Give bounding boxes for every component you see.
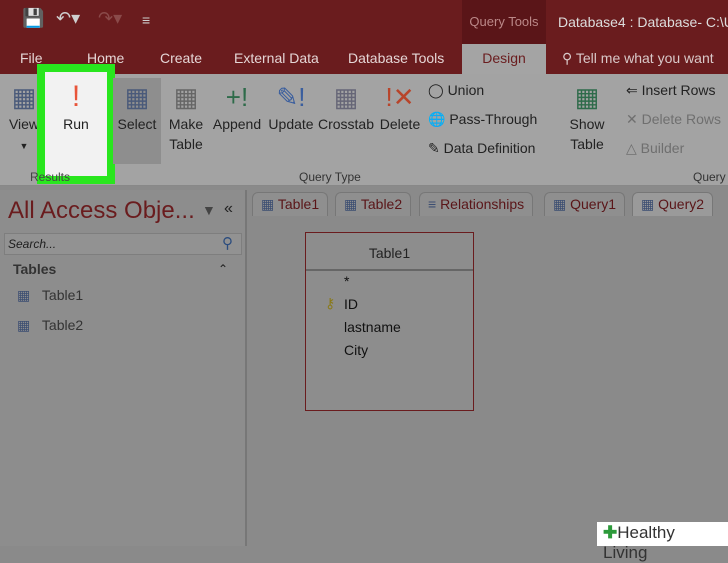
append-icon: +! [225,82,249,112]
table-label: Table [169,136,203,152]
query-icon: ▦ [553,196,571,212]
doc-tab-relationships[interactable]: ≡ Relationships [419,192,534,216]
pass-through-label: Pass-Through [449,111,538,127]
union-icon: ◯ [428,82,448,98]
nav-item-label: Table1 [41,287,84,303]
show-table-icon: ▦ [574,82,600,112]
data-definition-icon: ✎ [428,140,444,156]
doc-tab-label: Table1 [277,196,320,212]
field-city[interactable]: City [344,342,368,358]
doc-tab-label: Query2 [658,196,705,212]
customize-qat-icon[interactable]: ≡ [142,12,150,28]
append-label: Append [212,116,262,132]
crosstab-icon: ▦ [333,82,359,112]
update-label: Update [268,116,314,132]
union-label: Union [447,82,485,98]
query-setup-group-label: Query [693,170,726,184]
insert-rows-button[interactable]: ⇐ Insert Rows [626,82,716,99]
field-all[interactable]: * [344,273,349,289]
delete-rows-label: Delete Rows [641,111,721,127]
update-icon: ✎! [276,82,306,112]
table-icon: ▦ [261,196,278,212]
show-label: Show [569,116,605,132]
globe-icon: 🌐 [428,111,450,127]
delete-rows-icon: ✕ [626,111,642,127]
data-definition-label: Data Definition [443,140,536,156]
select-button[interactable]: ▦ Select [113,80,161,134]
insert-rows-icon: ⇐ [626,82,642,98]
field-list-title[interactable]: Table1 [306,233,473,271]
query-tools-label: Query Tools [462,0,546,44]
watermark-logo: ✚Healthy Living [597,522,728,562]
builder-label: Builder [640,140,685,156]
search-icon[interactable]: ⚲ [222,234,233,252]
select-label: Select [117,116,157,132]
collapse-section-icon[interactable]: ⌃ [218,262,228,276]
results-group-label: Results [30,170,71,184]
nav-pane-title[interactable]: All Access Obje... [8,197,195,225]
make-label: Make [168,116,204,132]
table-icon: ▦ [344,196,361,212]
delete-query-icon: !✕ [385,82,415,112]
data-definition-button[interactable]: ✎ Data Definition [428,140,535,157]
update-button[interactable]: ✎! Update [266,80,316,134]
crosstab-button[interactable]: ▦ Crosstab [317,80,375,134]
doc-tab-label: Query1 [570,196,617,212]
make-table-icon: ▦ [173,82,199,112]
exclamation-icon: ! [71,80,81,113]
tell-me-search[interactable]: ⚲ Tell me what you want [562,50,714,67]
field-lastname[interactable]: lastname [344,319,401,335]
doc-tab-table1[interactable]: ▦ Table1 [252,192,329,216]
select-query-icon: ▦ [124,82,150,112]
query-type-group-label: Query Type [299,170,361,184]
nav-search-input[interactable]: Search... [4,233,242,255]
tell-me-text: Tell me what you want [575,50,714,66]
tab-design[interactable]: Design [462,44,546,74]
delete-button[interactable]: !✕ Delete [377,80,423,134]
query-icon: ▦ [641,196,659,212]
view-label: View [8,116,40,132]
delete-rows-button: ✕ Delete Rows [626,111,721,128]
tab-external-data[interactable]: External Data [234,50,319,66]
run-label: Run [63,116,89,132]
collapse-pane-icon[interactable]: « [224,200,233,218]
tab-create[interactable]: Create [160,50,202,66]
tables-section-header[interactable]: Tables [13,261,56,277]
builder-icon: △ [626,140,641,156]
doc-tab-query2[interactable]: ▦ Query2 [632,192,714,216]
doc-tab-label: Relationships [440,196,525,212]
append-button[interactable]: +! Append [211,80,263,134]
union-button[interactable]: ◯ Union [428,82,484,99]
show-table-button[interactable]: ▦ Show Table [563,80,611,154]
nav-item-label: Table2 [41,317,84,333]
run-button[interactable]: ! Run [45,80,107,134]
doc-tab-label: Table2 [360,196,403,212]
relationships-icon: ≡ [428,196,441,212]
primary-key-icon: ⚷ [325,295,336,311]
insert-rows-label: Insert Rows [641,82,716,98]
show-table-label: Table [570,136,604,152]
redo-icon: ↷▾ [98,8,123,28]
field-id[interactable]: ID [344,296,358,312]
nav-item-table1[interactable]: ▦ Table1 [17,287,83,304]
pass-through-button[interactable]: 🌐 Pass-Through [428,111,537,128]
tab-database-tools[interactable]: Database Tools [348,50,444,66]
doc-tab-table2[interactable]: ▦ Table2 [335,192,412,216]
builder-button: △ Builder [626,140,684,157]
crosstab-label: Crosstab [317,116,375,132]
table-icon: ▦ [17,317,31,333]
nav-menu-dropdown-icon[interactable]: ▼ [202,202,216,218]
window-title: Database4 : Database- C:\U [558,14,728,30]
doc-tab-query1[interactable]: ▦ Query1 [544,192,626,216]
lightbulb-icon: ⚲ [562,50,576,66]
save-icon[interactable]: 💾 [22,8,44,29]
table-icon: ▦ [17,287,31,303]
nav-item-table2[interactable]: ▦ Table2 [17,317,83,334]
undo-icon[interactable]: ↶▾ [56,8,80,29]
make-table-button[interactable]: ▦ Make Table [163,80,209,154]
delete-label: Delete [379,116,421,132]
